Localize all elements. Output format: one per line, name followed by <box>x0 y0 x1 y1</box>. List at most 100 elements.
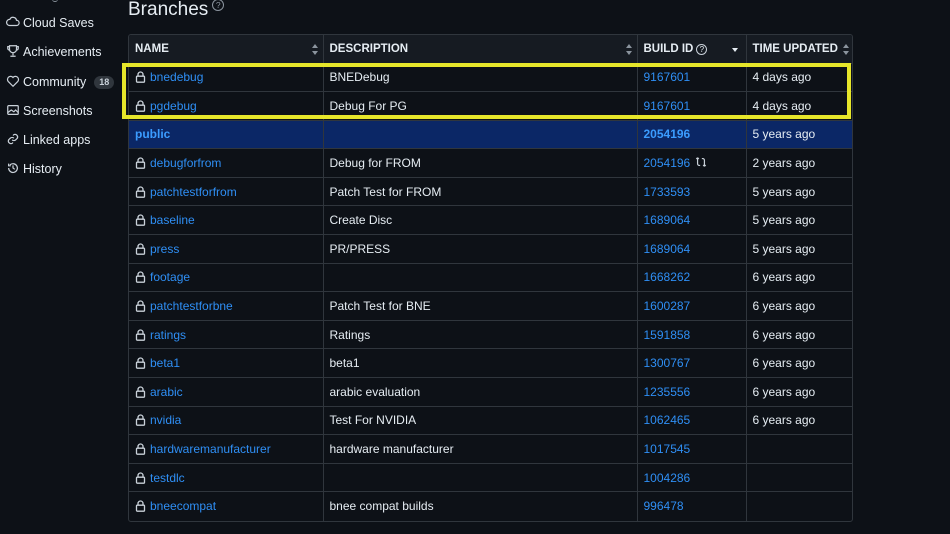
table-row: beta1 beta1 1300767 6 years ago <box>129 348 852 379</box>
column-header-build-id[interactable]: BUILD ID? <box>637 35 747 64</box>
build-id-link[interactable]: 996478 <box>644 499 684 513</box>
table-row: debugforfrom Debug for FROM 2054196 2 years… <box>129 148 852 178</box>
branch-name-link[interactable]: baseline <box>150 213 195 227</box>
build-id-link[interactable]: 1668262 <box>644 270 691 284</box>
sidebar-item-label: Screenshots <box>23 104 93 118</box>
name-cell: debugforfrom <box>129 148 324 178</box>
sidebar-item-achievements[interactable]: Achievements <box>6 41 102 63</box>
branch-name-link[interactable]: pgdebug <box>150 99 197 113</box>
description-cell: beta1 <box>323 348 638 379</box>
sort-icon <box>843 44 849 55</box>
lock-icon <box>135 300 146 312</box>
description-cell: Debug For PG <box>323 91 638 121</box>
time-updated-cell: 5 years ago <box>746 177 852 207</box>
build-id-cell: 9167601 <box>637 63 747 93</box>
sidebar-item-community[interactable]: Community 18 <box>6 71 115 93</box>
lock-icon <box>135 271 146 284</box>
build-id-link[interactable]: 1017545 <box>644 442 691 456</box>
column-header-description[interactable]: DESCRIPTION <box>323 35 638 64</box>
sidebar-item-cloud-saves[interactable]: Cloud Saves <box>6 12 94 34</box>
build-id-cell: 2054196 <box>637 148 747 178</box>
time-updated-cell: 4 days ago <box>746 63 852 93</box>
branch-name-link[interactable]: bneecompat <box>150 499 216 513</box>
build-id-cell: 9167601 <box>637 91 747 121</box>
build-id-link[interactable]: 1689064 <box>644 242 691 256</box>
build-id-link[interactable]: 9167601 <box>644 70 691 84</box>
refresh-icon[interactable] <box>695 156 707 171</box>
lock-icon <box>135 386 146 398</box>
build-id-link[interactable]: 1689064 <box>644 213 691 227</box>
build-id-link[interactable]: 1235556 <box>644 385 691 399</box>
branch-name-link[interactable]: press <box>150 242 179 256</box>
branch-name-link[interactable]: arabic <box>150 385 183 399</box>
lock-icon <box>135 414 146 427</box>
build-id-link[interactable]: 1733593 <box>644 185 691 199</box>
branch-name-link[interactable]: nvidia <box>150 413 181 427</box>
build-id-cell: 1017545 <box>637 434 747 464</box>
table-row: pgdebug Debug For PG 9167601 4 days ago <box>129 91 852 121</box>
column-header-label: DESCRIPTION <box>329 42 409 55</box>
build-id-cell: 1591858 <box>637 320 747 350</box>
column-header-label: TIME UPDATED <box>752 42 838 55</box>
branch-name-link[interactable]: ratings <box>150 328 186 342</box>
name-cell: ratings <box>129 320 324 350</box>
link-icon <box>6 132 20 149</box>
description-cell: BNEDebug <box>323 63 638 93</box>
column-header-time-updated[interactable]: TIME UPDATED <box>746 35 852 64</box>
name-cell: beta1 <box>129 348 324 379</box>
build-id-link[interactable]: 2054196 <box>644 156 691 170</box>
help-icon[interactable]: ? <box>696 43 708 55</box>
time-updated-cell: 6 years ago <box>746 377 852 407</box>
sidebar-item-history[interactable]: History <box>6 158 62 180</box>
time-updated-cell: 5 years ago <box>746 234 852 264</box>
help-icon[interactable]: ? <box>212 0 225 11</box>
name-cell: patchtestforfrom <box>129 177 324 207</box>
name-cell: patchtestforbne <box>129 291 324 321</box>
branch-name-link[interactable]: footage <box>150 270 190 284</box>
branch-name-link[interactable]: beta1 <box>150 356 180 370</box>
build-id-link[interactable]: 2054196 <box>644 127 691 141</box>
build-id-cell: 1668262 <box>637 263 747 293</box>
time-updated-cell: 2 years ago <box>746 148 852 178</box>
branch-name-link[interactable]: patchtestforfrom <box>150 185 237 199</box>
build-id-link[interactable]: 1300767 <box>644 356 691 370</box>
build-id-cell: 1004286 <box>637 463 747 493</box>
cloud-icon <box>6 15 20 32</box>
build-id-link[interactable]: 9167601 <box>644 99 691 113</box>
description-cell <box>323 263 638 293</box>
sidebar-item-screenshots[interactable]: Screenshots <box>6 100 92 122</box>
branch-name-link[interactable]: public <box>135 127 170 141</box>
lock-icon <box>135 157 146 169</box>
build-id-link[interactable]: 1600287 <box>644 299 691 313</box>
table-row: bneecompat bnee compat builds 996478 <box>129 491 852 521</box>
branches-table: NAME DESCRIPTION BUILD ID? TIME UPDATED … <box>128 34 853 522</box>
build-id-cell: 1235556 <box>637 377 747 407</box>
table-row: public 2054196 5 years ago <box>129 120 852 150</box>
sidebar-item-label: Linked apps <box>23 133 91 147</box>
sidebar-item-label: History <box>23 162 62 176</box>
name-cell: press <box>129 234 324 264</box>
lock-icon <box>135 471 146 484</box>
branch-name-link[interactable]: hardwaremanufacturer <box>150 442 271 456</box>
column-header-name[interactable]: NAME <box>129 35 324 64</box>
table-row: testdlc 1004286 <box>129 463 852 493</box>
table-row: patchtestforbne Patch Test for BNE 1600287… <box>129 291 852 321</box>
branch-name-link[interactable]: bnedebug <box>150 70 203 84</box>
sidebar-item-linked-apps[interactable]: Linked apps <box>6 129 90 151</box>
build-id-cell: 996478 <box>637 491 747 521</box>
branch-name-link[interactable]: patchtestforbne <box>150 299 233 313</box>
build-id-cell: 1062465 <box>637 406 747 436</box>
lock-icon <box>135 214 146 227</box>
description-cell: Debug for FROM <box>323 148 638 178</box>
branch-name-link[interactable]: testdlc <box>150 471 185 485</box>
build-id-link[interactable]: 1004286 <box>644 471 691 485</box>
build-id-link[interactable]: 1062465 <box>644 413 691 427</box>
image-icon <box>6 103 20 120</box>
time-updated-cell <box>746 434 852 464</box>
build-id-link[interactable]: 1591858 <box>644 328 691 342</box>
description-cell <box>323 463 638 493</box>
branch-name-link[interactable]: debugforfrom <box>150 156 221 170</box>
table-row: nvidia Test For NVIDIA 1062465 6 years ago <box>129 406 852 436</box>
name-cell: pgdebug <box>129 91 324 121</box>
lock-icon <box>135 243 146 255</box>
